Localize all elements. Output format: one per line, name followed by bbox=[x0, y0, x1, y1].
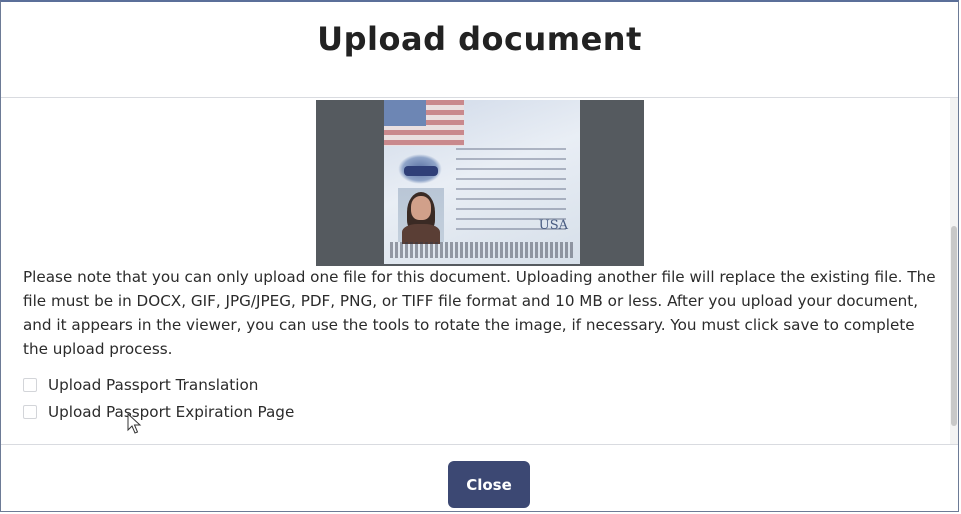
passport-photo bbox=[398, 188, 444, 244]
passport-mrz-lines bbox=[390, 242, 574, 258]
option-upload-passport-translation[interactable]: Upload Passport Translation bbox=[23, 373, 258, 397]
flag-graphic bbox=[384, 100, 464, 146]
close-button[interactable]: Close bbox=[448, 461, 530, 508]
scrollbar[interactable] bbox=[950, 98, 958, 444]
dialog-footer: Close bbox=[1, 444, 958, 514]
passport-country-mark: USA bbox=[538, 218, 568, 233]
upload-document-dialog: Upload document USA Please note that you… bbox=[0, 0, 959, 512]
checkbox[interactable] bbox=[23, 378, 37, 392]
document-viewer[interactable]: USA bbox=[316, 100, 644, 266]
option-upload-passport-expiration-page[interactable]: Upload Passport Expiration Page bbox=[23, 400, 294, 424]
checkbox[interactable] bbox=[23, 405, 37, 419]
option-label: Upload Passport Translation bbox=[48, 376, 259, 394]
scrollbar-thumb[interactable] bbox=[951, 226, 957, 426]
option-label: Upload Passport Expiration Page bbox=[48, 403, 295, 421]
usa-seal-graphic bbox=[404, 166, 438, 176]
dialog-header: Upload document bbox=[1, 2, 958, 98]
dialog-title: Upload document bbox=[317, 20, 642, 58]
upload-instructions: Please note that you can only upload one… bbox=[23, 268, 936, 358]
passport-image: USA bbox=[384, 100, 580, 264]
passport-text-lines bbox=[456, 140, 566, 230]
dialog-body: USA Please note that you can only upload… bbox=[1, 98, 958, 444]
mouse-cursor-icon bbox=[127, 413, 142, 434]
